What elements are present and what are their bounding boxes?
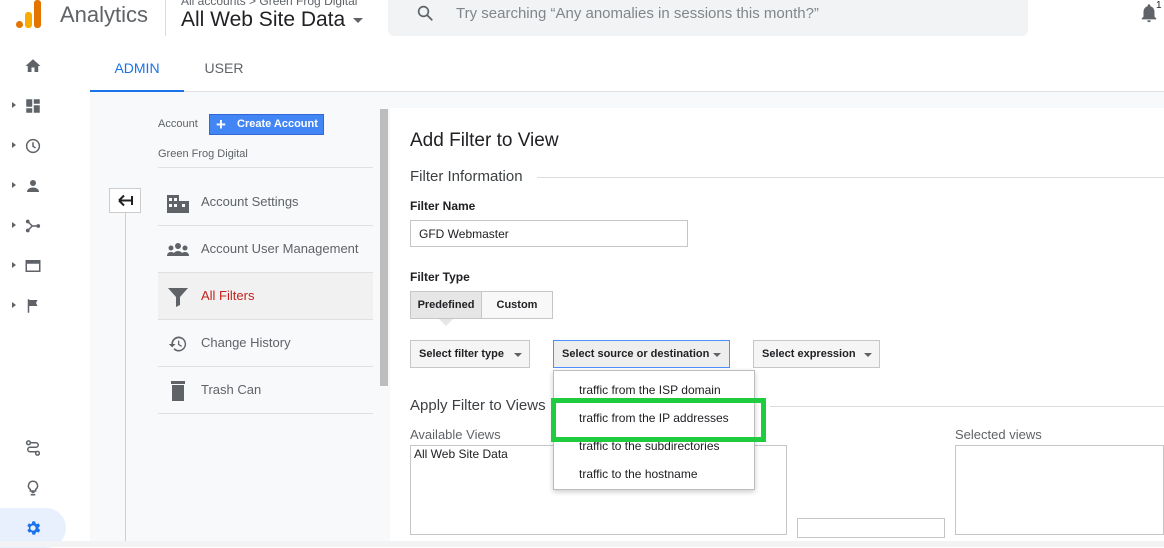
expand-arrow-icon xyxy=(12,142,16,148)
tab-user[interactable]: USER xyxy=(184,44,264,92)
rail-realtime[interactable] xyxy=(0,126,68,166)
property-selector[interactable]: All Web Site Data xyxy=(181,8,364,32)
lightbulb-icon xyxy=(27,480,39,496)
back-button[interactable] xyxy=(109,188,141,213)
filter-name-label: Filter Name xyxy=(410,199,476,213)
expand-arrow-icon xyxy=(12,182,16,188)
menu-option-hostname[interactable]: traffic to the hostname xyxy=(579,467,698,481)
rail-discover[interactable] xyxy=(0,468,68,508)
menu-item-account-user-management[interactable]: Account User Management xyxy=(158,226,373,273)
account-column: Account + Create Account Green Frog Digi… xyxy=(90,93,388,544)
person-icon xyxy=(27,180,39,192)
menu-item-label: Change History xyxy=(201,335,291,350)
dropdown-label: Select source or destination xyxy=(562,348,710,360)
breadcrumb[interactable]: All accounts > Green Frog Digital xyxy=(181,0,357,8)
create-account-label: Create Account xyxy=(237,118,318,130)
selected-views-list[interactable] xyxy=(955,445,1164,535)
dashboard-icon xyxy=(26,99,40,113)
search-placeholder: Try searching “Any anomalies in sessions… xyxy=(456,5,819,22)
page-title: Add Filter to View xyxy=(410,130,559,151)
menu-item-all-filters[interactable]: All Filters xyxy=(158,273,373,320)
menu-item-account-settings[interactable]: Account Settings xyxy=(158,179,373,226)
menu-item-label: All Filters xyxy=(201,288,255,303)
caret-down-icon xyxy=(713,353,721,357)
expand-arrow-icon xyxy=(12,262,16,268)
gear-icon xyxy=(27,521,41,535)
menu-option-isp-domain[interactable]: traffic from the ISP domain xyxy=(579,383,721,397)
expand-arrow-icon xyxy=(12,102,16,108)
tab-admin[interactable]: ADMIN xyxy=(90,44,184,92)
dropdown-label: Select filter type xyxy=(419,348,504,360)
list-item[interactable]: All Web Site Data xyxy=(414,447,508,461)
menu-item-trash-can[interactable]: Trash Can xyxy=(158,367,373,414)
search-icon xyxy=(417,5,433,21)
select-expression-dropdown[interactable]: Select expression xyxy=(753,340,880,368)
admin-tabs: ADMIN USER xyxy=(90,44,1164,92)
highlight-box xyxy=(551,398,766,442)
menu-item-label: Trash Can xyxy=(201,382,262,397)
menu-item-change-history[interactable]: Change History xyxy=(158,320,373,367)
acquisition-icon xyxy=(25,219,41,233)
filter-type-predefined-button[interactable]: Predefined xyxy=(410,291,482,319)
filter-type-custom-button[interactable]: Custom xyxy=(481,291,553,319)
rail-home[interactable] xyxy=(0,46,68,86)
account-label: Account xyxy=(158,118,198,130)
clock-icon xyxy=(25,138,41,154)
search-bar[interactable]: Try searching “Any anomalies in sessions… xyxy=(388,0,1028,36)
property-name: All Web Site Data xyxy=(181,8,346,31)
top-bar: Analytics All accounts > Green Frog Digi… xyxy=(0,0,1164,44)
left-nav-rail xyxy=(0,44,68,548)
caret-down-icon xyxy=(514,353,522,357)
section-apply-filter: Apply Filter to Views xyxy=(410,397,546,414)
caret-down-icon xyxy=(353,17,364,23)
rail-audience[interactable] xyxy=(0,166,68,206)
rail-customization[interactable] xyxy=(0,86,68,126)
filter-type-label: Filter Type xyxy=(410,270,470,284)
history-icon xyxy=(168,336,187,352)
tree-line xyxy=(125,213,126,544)
selected-views-label: Selected views xyxy=(955,427,1042,442)
people-icon xyxy=(167,243,189,256)
plus-icon: + xyxy=(216,115,226,134)
arrow-left-icon xyxy=(118,194,133,207)
selection-pointer xyxy=(439,319,453,326)
menu-item-label: Account User Management xyxy=(201,241,359,256)
select-filter-type-dropdown[interactable]: Select filter type xyxy=(410,340,530,368)
menu-item-label: Account Settings xyxy=(201,194,299,209)
rail-acquisition[interactable] xyxy=(0,206,68,246)
rail-behavior[interactable] xyxy=(0,246,68,286)
building-icon xyxy=(167,195,189,213)
behavior-icon xyxy=(25,260,41,272)
filter-form-panel: Add Filter to View Filter Information Fi… xyxy=(390,108,1164,544)
filter-name-input[interactable] xyxy=(410,220,688,247)
home-icon xyxy=(25,59,41,72)
section-filter-information: Filter Information xyxy=(410,168,523,185)
rail-conversions[interactable] xyxy=(0,286,68,326)
expand-arrow-icon xyxy=(12,222,16,228)
available-views-label: Available Views xyxy=(410,427,501,442)
flag-icon xyxy=(27,299,38,313)
rail-attribution[interactable] xyxy=(0,428,68,468)
divider xyxy=(158,167,373,168)
create-account-button[interactable]: + Create Account xyxy=(209,114,324,135)
analytics-logo-icon[interactable] xyxy=(16,0,42,28)
route-icon xyxy=(25,440,41,456)
divider xyxy=(537,177,1164,178)
add-views-button[interactable] xyxy=(797,518,945,538)
dropdown-label: Select expression xyxy=(762,348,856,360)
trash-icon xyxy=(171,381,185,401)
expand-arrow-icon xyxy=(12,302,16,308)
app-name: Analytics xyxy=(60,2,149,27)
bottom-strip xyxy=(0,541,1164,547)
account-name[interactable]: Green Frog Digital xyxy=(158,148,248,160)
divider xyxy=(770,406,1164,407)
notification-count: 1 xyxy=(1156,0,1162,11)
select-source-destination-dropdown[interactable]: Select source or destination xyxy=(553,340,730,368)
caret-down-icon xyxy=(864,353,872,357)
filter-icon xyxy=(168,288,188,307)
scrollbar[interactable] xyxy=(380,109,388,386)
header-divider xyxy=(165,0,166,36)
